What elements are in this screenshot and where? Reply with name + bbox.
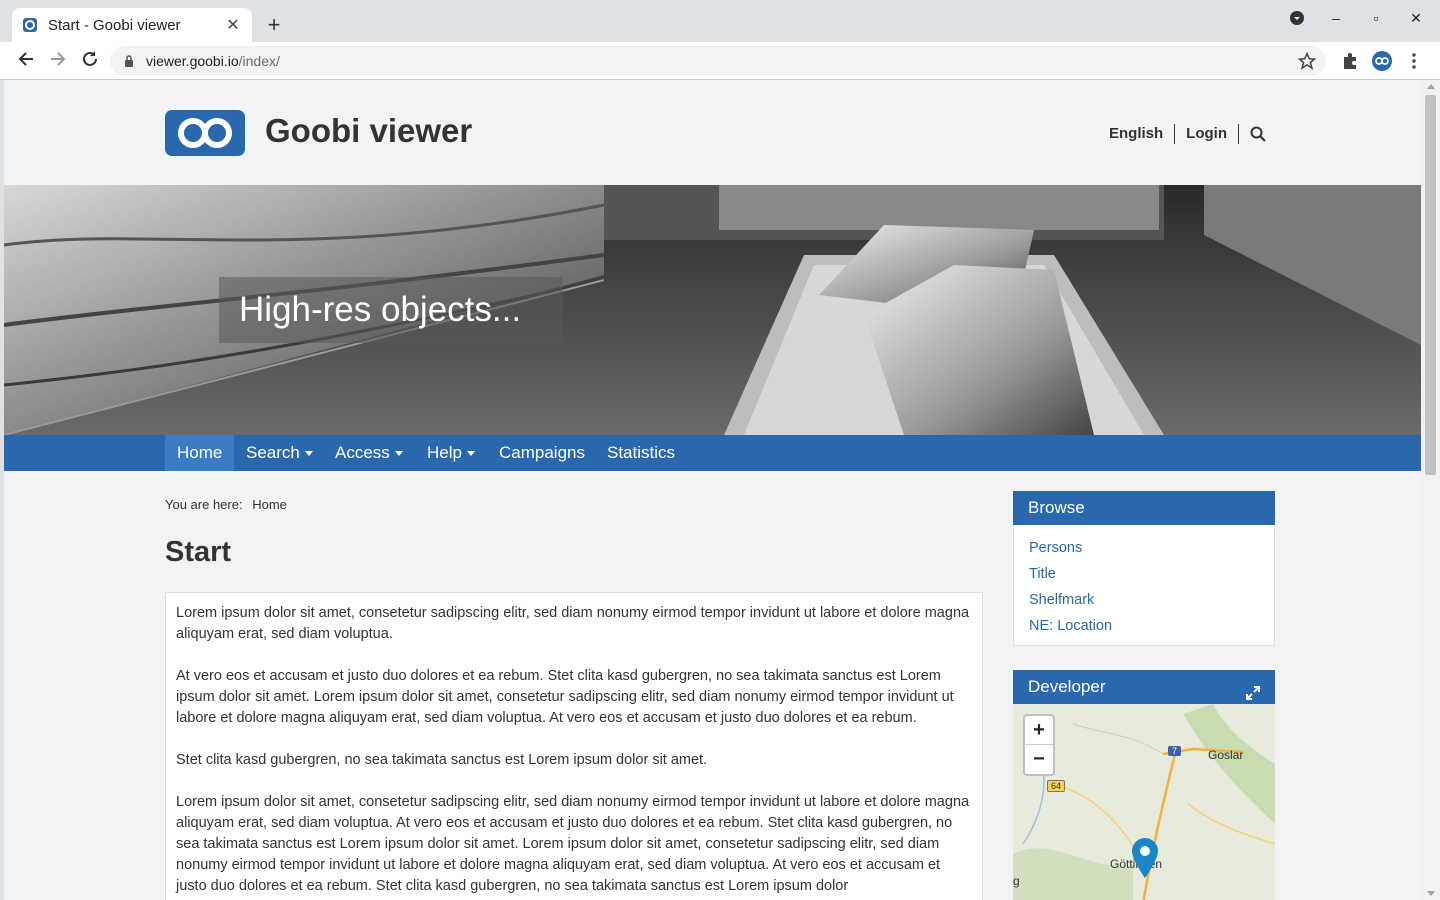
map-marker-icon[interactable] xyxy=(1132,838,1158,878)
browse-link-title[interactable]: Title xyxy=(1029,561,1259,587)
goobi-extension-icon[interactable] xyxy=(1372,51,1392,71)
developer-widget: Developer + − Goslar Göttingen 7 64 g xyxy=(1013,670,1275,900)
address-bar[interactable]: viewer.goobi.io/index/ xyxy=(110,46,1326,76)
page-scrollbar[interactable] xyxy=(1421,80,1440,900)
star-icon[interactable] xyxy=(1297,51,1317,73)
zoom-in-button[interactable]: + xyxy=(1025,716,1053,745)
login-link[interactable]: Login xyxy=(1174,124,1238,144)
site-title[interactable]: Goobi viewer xyxy=(265,112,472,150)
road-7-badge: 7 xyxy=(1168,746,1182,756)
nav-item-access[interactable]: Access xyxy=(323,435,415,471)
infinity-logo-icon xyxy=(178,118,232,148)
zoom-out-button[interactable]: − xyxy=(1025,745,1053,774)
header-links: English Login xyxy=(1098,124,1277,144)
browse-list: Persons Title Shelfmark NE: Location xyxy=(1013,525,1275,646)
road-64-badge: 64 xyxy=(1047,780,1066,792)
browse-widget: Browse Persons Title Shelfmark NE: Locat… xyxy=(1013,491,1275,646)
content-paragraph: Lorem ipsum dolor sit amet, consetetur s… xyxy=(176,794,970,894)
developer-widget-title: Developer xyxy=(1028,677,1106,696)
hero-image xyxy=(4,185,1421,435)
menu-kebab-icon[interactable] xyxy=(1404,51,1424,71)
reload-icon[interactable] xyxy=(79,50,101,72)
developer-widget-header: Developer xyxy=(1013,670,1275,704)
nav-item-statistics[interactable]: Statistics xyxy=(595,435,687,471)
close-tab-icon[interactable]: ✕ xyxy=(224,15,242,35)
language-link[interactable]: English xyxy=(1098,124,1174,144)
tab-search-icon[interactable] xyxy=(1285,10,1309,29)
nav-item-label: Campaigns xyxy=(499,443,585,462)
hero-caption: High-res objects... xyxy=(219,277,563,343)
forward-arrow-icon[interactable] xyxy=(47,50,69,72)
nav-item-search[interactable]: Search xyxy=(234,435,325,471)
nav-item-label: Search xyxy=(246,443,300,462)
nav-item-label: Statistics xyxy=(607,443,676,462)
close-window-icon[interactable]: ✕ xyxy=(1404,10,1428,27)
nav-item-label: Help xyxy=(427,443,462,462)
page-title: Start xyxy=(165,536,232,568)
breadcrumb-home[interactable]: Home xyxy=(252,497,287,512)
content-paragraph: Stet clita kasd gubergren, no sea takima… xyxy=(176,752,708,768)
main-navigation: Home Search Access Help Campaigns Statis… xyxy=(4,435,1421,471)
content-box: Lorem ipsum dolor sit amet, consetetur s… xyxy=(165,592,983,900)
page-viewport: Goobi viewer English Login High-res obje… xyxy=(4,80,1421,900)
tab-title: Start - Goobi viewer xyxy=(48,16,181,34)
maximize-icon[interactable]: ▫ xyxy=(1364,10,1388,26)
nav-item-home[interactable]: Home xyxy=(165,435,235,471)
new-tab-button[interactable]: + xyxy=(262,13,286,37)
breadcrumb-prefix: You are here: xyxy=(165,497,243,512)
caret-down-icon xyxy=(304,451,313,457)
content-paragraph: At vero eos et accusam et justo duo dolo… xyxy=(176,668,954,726)
nav-item-campaigns[interactable]: Campaigns xyxy=(487,435,597,471)
puzzle-icon[interactable] xyxy=(1340,51,1360,71)
back-arrow-icon[interactable] xyxy=(15,50,37,72)
content-paragraph: Lorem ipsum dolor sit amet, consetetur s… xyxy=(176,605,970,642)
location-map[interactable]: + − Goslar Göttingen 7 64 g xyxy=(1013,704,1275,900)
site-logo[interactable] xyxy=(165,110,245,156)
goobi-favicon-icon xyxy=(23,18,37,32)
nav-item-help[interactable]: Help xyxy=(415,435,487,471)
browse-widget-title: Browse xyxy=(1013,491,1275,525)
scroll-down-arrow-icon[interactable] xyxy=(1427,891,1435,896)
search-icon[interactable] xyxy=(1238,124,1277,144)
map-label-edge: g xyxy=(1013,874,1020,888)
url-host: viewer.goobi.io xyxy=(146,53,239,69)
breadcrumb: You are here: Home xyxy=(165,497,287,512)
browse-link-persons[interactable]: Persons xyxy=(1029,535,1259,561)
browser-tab[interactable]: Start - Goobi viewer ✕ xyxy=(12,8,252,42)
nav-item-label: Access xyxy=(335,443,390,462)
browse-link-shelfmark[interactable]: Shelfmark xyxy=(1029,587,1259,613)
browser-toolbar: viewer.goobi.io/index/ xyxy=(0,42,1440,80)
browse-link-location[interactable]: NE: Location xyxy=(1029,613,1259,639)
url-path: /index/ xyxy=(238,53,280,69)
lock-icon xyxy=(124,55,136,67)
minimize-icon[interactable]: – xyxy=(1324,10,1348,26)
hero-banner: High-res objects... xyxy=(4,185,1421,435)
browser-tabstrip: Start - Goobi viewer ✕ + – ▫ ✕ xyxy=(0,0,1440,42)
nav-item-label: Home xyxy=(177,443,223,462)
caret-down-icon xyxy=(394,451,403,457)
scrollbar-thumb[interactable] xyxy=(1425,95,1436,475)
scroll-up-arrow-icon[interactable] xyxy=(1427,84,1435,89)
caret-down-icon xyxy=(466,451,475,457)
zoom-control: + − xyxy=(1023,714,1055,776)
map-label-goslar: Goslar xyxy=(1208,748,1244,762)
